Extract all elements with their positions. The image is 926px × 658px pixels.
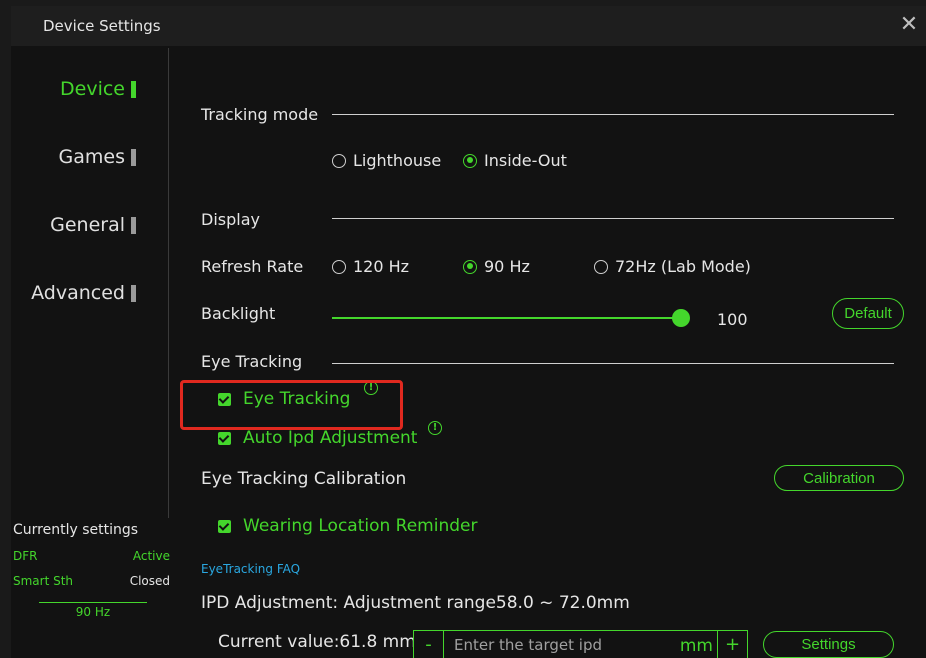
wearing-location-reminder-checkbox[interactable]: Wearing Location Reminder [218,516,477,536]
checkbox-label: Auto Ipd Adjustment [243,428,418,448]
default-button[interactable]: Default [832,298,904,329]
nav-indicator [131,148,136,166]
current-settings-heading: Currently settings [13,522,139,538]
sidebar-item-label: Device [60,78,125,100]
radio-label: Lighthouse [353,151,442,170]
setting-key: Smart Sth [13,574,74,588]
ipd-unit: mm [679,636,713,656]
setting-value: Active [132,549,170,563]
setting-value: Closed [129,574,170,588]
ipd-decrease-button[interactable]: - [413,630,444,658]
device-settings-content: Tracking mode Lighthouse Inside-Out Disp… [201,6,926,658]
eye-tracking-calibration-label: Eye Tracking Calibration [201,469,407,489]
nav-indicator [131,216,136,234]
checkbox-checked-icon [218,519,231,533]
device-settings-window: Device Settings ✕ Device Games General A… [11,6,926,658]
ipd-input-field[interactable]: mm [444,630,717,658]
slider-track [332,317,689,319]
sidebar-item-label: General [50,214,125,236]
sidebar-divider [168,48,169,518]
display-label: Display [201,210,260,229]
ipd-increase-button[interactable]: + [717,630,748,658]
current-refresh-rate: 90 Hz [39,602,147,619]
window-title: Device Settings [43,17,161,35]
backlight-label: Backlight [201,304,276,323]
sidebar-item-advanced[interactable]: Advanced [31,282,136,304]
eye-tracking-section-label: Eye Tracking [201,352,303,371]
radio-120hz[interactable]: 120 Hz [332,257,409,276]
eyetracking-faq-link[interactable]: EyeTracking FAQ [201,562,300,576]
calibration-button[interactable]: Calibration [774,465,904,491]
active-indicator [131,80,136,98]
tracking-mode-label: Tracking mode [201,105,319,124]
radio-72hz[interactable]: 72Hz (Lab Mode) [594,257,751,276]
sidebar: Device Games General Advanced [11,46,168,658]
radio-label: 72Hz (Lab Mode) [615,257,751,276]
sidebar-item-device[interactable]: Device [60,78,136,100]
radio-label: 120 Hz [353,257,410,276]
backlight-value: 100 [717,310,748,329]
backlight-slider[interactable] [332,309,690,327]
ipd-target-input[interactable] [454,631,664,658]
radio-label: Inside-Out [484,151,567,170]
nav-indicator [131,284,136,302]
auto-ipd-checkbox[interactable]: Auto Ipd Adjustment [218,428,417,448]
radio-selected-icon [463,153,477,168]
ipd-current-value: Current value:61.8 mm [218,632,416,652]
checkbox-label: Wearing Location Reminder [243,516,478,536]
radio-circle-icon [332,259,346,274]
eye-tracking-highlight-box [180,380,403,430]
sidebar-item-general[interactable]: General [50,214,136,236]
ipd-stepper: - mm + [413,630,748,658]
sidebar-item-label: Games [58,146,125,168]
section-divider [332,114,894,115]
sidebar-item-label: Advanced [31,282,125,304]
info-icon[interactable]: ! [428,421,442,435]
ipd-settings-button[interactable]: Settings [763,631,894,658]
radio-selected-icon [463,259,477,274]
radio-inside-out[interactable]: Inside-Out [463,151,567,170]
slider-thumb[interactable] [672,309,690,327]
radio-lighthouse[interactable]: Lighthouse [332,151,441,170]
ipd-adjustment-label: IPD Adjustment: Adjustment range58.0 ~ 7… [201,593,630,613]
radio-circle-icon [594,259,608,274]
section-divider [332,363,894,364]
radio-label: 90 Hz [484,257,530,276]
current-settings-panel: Currently settings DFR Active Smart Sth … [13,522,173,619]
section-divider [332,218,894,219]
radio-circle-icon [332,153,346,168]
checkbox-checked-icon [218,431,231,445]
sidebar-item-games[interactable]: Games [59,146,136,168]
radio-90hz[interactable]: 90 Hz [463,257,530,276]
refresh-rate-label: Refresh Rate [201,257,304,276]
setting-key: DFR [13,549,38,563]
